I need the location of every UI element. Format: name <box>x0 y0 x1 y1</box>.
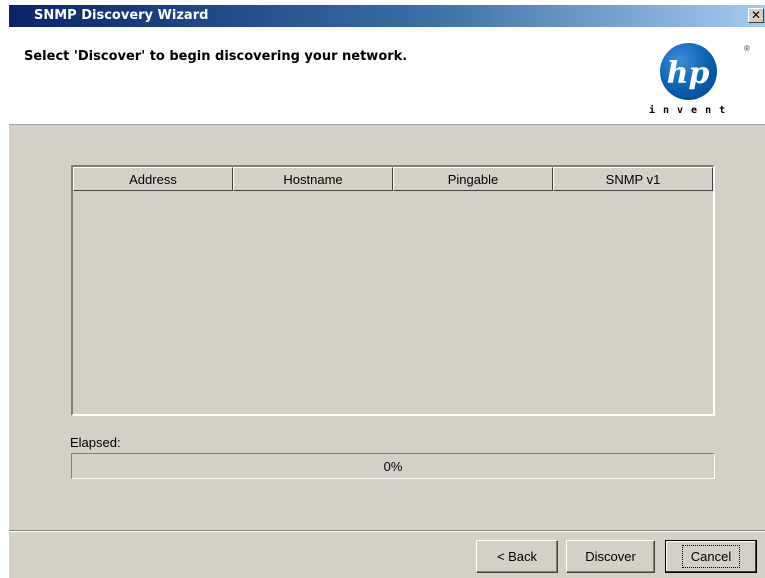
cancel-button[interactable]: Cancel <box>665 540 757 573</box>
hp-logo-letters: hp <box>667 56 710 91</box>
registered-mark: ® <box>744 44 750 53</box>
table-body[interactable] <box>73 191 713 414</box>
hp-logo-icon: hp <box>660 43 717 100</box>
close-button[interactable]: ✕ <box>748 8 764 23</box>
back-button[interactable]: < Back <box>476 540 558 573</box>
wizard-window: SNMP Discovery Wizard ✕ Select 'Discover… <box>8 5 765 578</box>
discover-button[interactable]: Discover <box>566 540 655 573</box>
cancel-button-label: Cancel <box>681 545 741 568</box>
title-bar[interactable]: SNMP Discovery Wizard ✕ <box>9 5 765 27</box>
wizard-header: Select 'Discover' to begin discovering y… <box>9 27 765 125</box>
elapsed-label: Elapsed: <box>70 435 121 450</box>
discovery-results-table[interactable]: Address Hostname Pingable SNMP v1 <box>71 165 715 416</box>
column-header-address[interactable]: Address <box>73 167 233 191</box>
column-header-pingable[interactable]: Pingable <box>393 167 553 191</box>
column-header-snmp-v1[interactable]: SNMP v1 <box>553 167 713 191</box>
progress-percent: 0% <box>383 458 403 474</box>
progress-bar: 0% <box>71 453 715 479</box>
logo-tagline: invent <box>649 105 734 116</box>
hp-logo-mark: hp <box>667 56 710 91</box>
footer-divider <box>9 530 765 532</box>
table-header-row: Address Hostname Pingable SNMP v1 <box>73 167 713 191</box>
instruction-text: Select 'Discover' to begin discovering y… <box>24 49 408 64</box>
window-title: SNMP Discovery Wizard <box>34 8 209 23</box>
close-icon: ✕ <box>750 8 762 22</box>
column-header-hostname[interactable]: Hostname <box>233 167 393 191</box>
